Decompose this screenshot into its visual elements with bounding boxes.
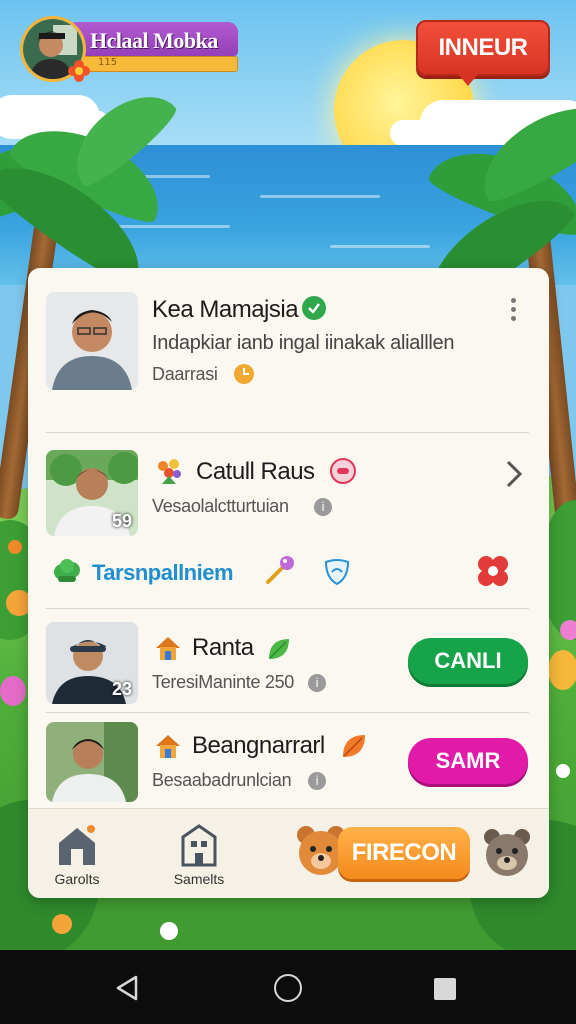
flower-badge-icon [68,60,90,82]
send-button[interactable]: SAMR [408,738,528,784]
house-icon [154,732,182,760]
friend-name-4[interactable]: Beangnarrarl [192,732,325,760]
player-profile[interactable]: 115 Hclaal Mobka [20,16,240,84]
grey-bear-icon [482,827,532,883]
panel-bottom-bar: Garolts Samelts FIRECON [28,808,549,898]
shield-icon[interactable] [322,556,352,586]
divider [46,712,529,713]
friend-status-4: Besaabadrunlcian [152,770,292,790]
friend-photo-2[interactable]: 59 [46,450,138,536]
nav-label-samples: Samelts [173,871,225,887]
house-icon [154,634,182,662]
main-action-button[interactable]: FIRECON [338,827,470,879]
friend-photo-1[interactable] [46,292,138,390]
xp-label: 115 [98,57,118,68]
chevron-right-icon[interactable] [502,458,526,490]
status-badge-icon [330,458,356,484]
photo-badge-number: 59 [111,511,132,531]
back-icon[interactable] [114,974,142,1002]
home-circle-icon[interactable] [274,974,302,1002]
friend-status-2: Vesaolalctturtuian [152,496,289,516]
divider [46,608,529,609]
system-navigation-bar [0,950,576,1024]
friend-name-2[interactable]: Catull Raus [196,458,315,486]
info-icon: i [314,498,332,516]
nav-item-gardens[interactable]: Garolts [32,823,122,887]
leaf-badge-icon [266,636,292,662]
wand-icon[interactable] [264,554,296,586]
clock-icon [234,364,254,384]
leaf-icon [52,558,82,586]
gift-icon[interactable] [476,554,510,588]
friends-panel: Kea Mamajsia Indapkiar ianb ingal iinaka… [28,268,549,898]
building-icon [179,823,219,867]
friend-location-1: Daarrasi [152,364,218,384]
home-icon [55,823,99,867]
leaf-badge-icon [340,732,368,760]
more-options-icon[interactable] [510,298,518,322]
top-action-button[interactable]: INNEUR [416,20,550,86]
accept-button[interactable]: CANLI [408,638,528,684]
friend-name-3[interactable]: Ranta [192,634,254,662]
nav-item-samples[interactable]: Samelts [154,823,244,887]
friend-status-3: TeresiManinte 250 [152,672,294,692]
friend-name-1[interactable]: Kea Mamajsia [152,296,299,324]
friend-status-1: Indapkiar ianb ingal iinakak alialllen [152,332,455,354]
info-icon: i [308,674,326,692]
verified-icon [302,296,326,320]
flower-bouquet-icon [154,456,184,486]
tool-row-label[interactable]: Tarsnpallniem [92,560,234,586]
recents-icon[interactable] [434,978,456,1000]
divider [46,432,529,433]
friend-photo-4[interactable] [46,722,138,802]
player-name: Hclaal Mobka [90,28,218,53]
info-icon: i [308,772,326,790]
nav-label-gardens: Garolts [54,871,100,887]
friend-photo-3[interactable]: 23 [46,622,138,704]
photo-badge-number: 23 [111,679,132,699]
